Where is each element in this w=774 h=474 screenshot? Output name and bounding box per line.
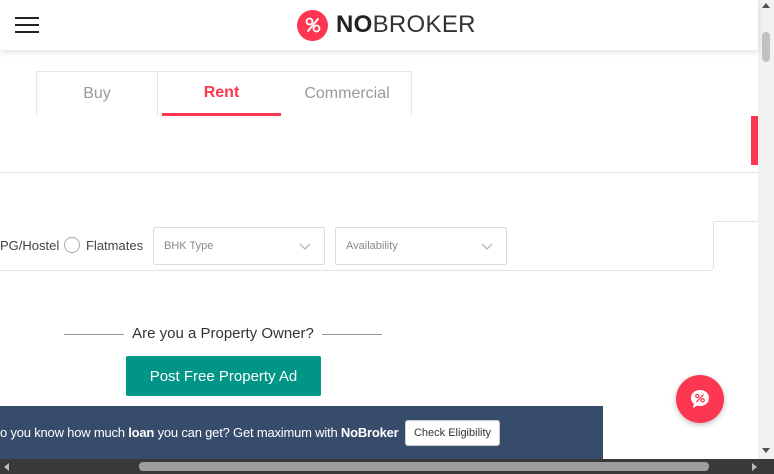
banner-text-mid: you can get? Get maximum with bbox=[154, 425, 341, 440]
nobroker-logo-icon bbox=[297, 9, 328, 41]
search-bar bbox=[0, 172, 758, 222]
vertical-scrollbar[interactable] bbox=[758, 0, 774, 459]
post-free-property-ad-button[interactable]: Post Free Property Ad bbox=[126, 356, 321, 396]
bhk-type-select[interactable]: BHK Type bbox=[153, 227, 325, 265]
search-input[interactable] bbox=[0, 173, 758, 221]
pg-hostel-label[interactable]: PG/Hostel bbox=[0, 238, 59, 253]
flatmates-radio[interactable] bbox=[64, 237, 80, 253]
scroll-right-arrow-icon[interactable] bbox=[752, 463, 757, 471]
banner-text-loan: loan bbox=[128, 425, 155, 440]
top-header: NOBROKER bbox=[0, 0, 758, 50]
chat-icon bbox=[691, 390, 709, 408]
check-eligibility-button[interactable]: Check Eligibility bbox=[405, 420, 500, 446]
banner-text-nobroker: NoBroker bbox=[340, 425, 399, 440]
page: NOBROKER Buy Rent Commercial PG/Hostel F… bbox=[0, 0, 774, 474]
scroll-up-arrow-icon[interactable] bbox=[762, 3, 770, 8]
scroll-left-arrow-icon[interactable] bbox=[4, 463, 9, 471]
nobroker-logo[interactable]: NOBROKER bbox=[297, 9, 476, 41]
divider-right bbox=[322, 334, 382, 335]
logo-text-rest: BROKER bbox=[372, 11, 476, 38]
banner-text-pre: o you know how much bbox=[0, 425, 129, 440]
tab-commercial[interactable]: Commercial bbox=[287, 72, 407, 116]
search-type-tabs: Buy Rent Commercial bbox=[36, 71, 412, 116]
flatmates-label[interactable]: Flatmates bbox=[86, 238, 143, 253]
vertical-scroll-thumb[interactable] bbox=[762, 32, 770, 62]
filter-row: PG/Hostel Flatmates BHK Type Availabilit… bbox=[0, 221, 714, 271]
horizontal-scroll-thumb[interactable] bbox=[139, 462, 709, 471]
tab-buy[interactable]: Buy bbox=[37, 72, 158, 116]
property-owner-question: Are you a Property Owner? bbox=[132, 325, 314, 342]
flatmates-radio-option[interactable]: Flatmates bbox=[64, 237, 143, 253]
tab-rent[interactable]: Rent bbox=[162, 72, 281, 116]
divider-left bbox=[64, 334, 124, 335]
loan-banner: o you know how much loan you can get? Ge… bbox=[0, 406, 603, 459]
logo-text: NOBROKER bbox=[336, 11, 476, 39]
chat-button[interactable] bbox=[676, 375, 724, 423]
horizontal-scrollbar[interactable] bbox=[0, 459, 774, 474]
logo-text-bold: NO bbox=[336, 11, 373, 38]
bhk-type-label: BHK Type bbox=[164, 240, 214, 252]
chevron-down-icon bbox=[481, 243, 493, 251]
hamburger-menu-icon[interactable] bbox=[15, 17, 39, 34]
scroll-down-arrow-icon[interactable] bbox=[762, 448, 770, 453]
availability-select[interactable]: Availability bbox=[335, 227, 507, 265]
availability-label: Availability bbox=[346, 240, 398, 252]
loan-banner-text: o you know how much loan you can get? Ge… bbox=[0, 425, 399, 440]
chevron-down-icon bbox=[299, 243, 311, 251]
